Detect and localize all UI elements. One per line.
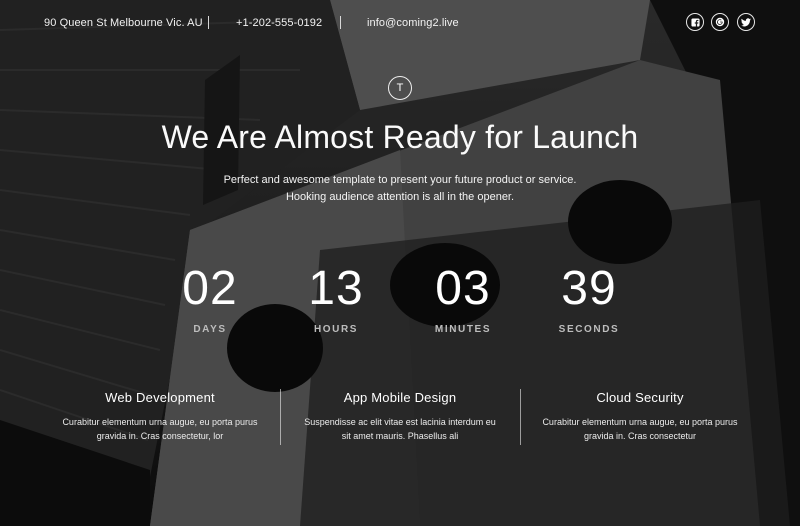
feature-cloud-security: Cloud Security Curabitur elementum urna …: [520, 390, 760, 443]
divider: [340, 16, 341, 29]
feature-description: Suspendisse ac elit vitae est lacinia in…: [304, 417, 496, 441]
countdown-seconds: 39 SECONDS: [529, 262, 649, 335]
page-title: We Are Almost Ready for Launch: [161, 119, 639, 155]
hours-value: 13: [308, 262, 364, 315]
google-plus-icon[interactable]: [711, 13, 729, 31]
feature-description: Curabitur elementum urna augue, eu porta…: [542, 417, 738, 441]
seconds-value: 39: [561, 262, 617, 315]
feature-web-development: Web Development Curabitur elementum urna…: [40, 390, 280, 443]
phone-link[interactable]: +1-202-555-0192: [236, 17, 322, 29]
feature-title: Web Development: [105, 390, 215, 405]
top-bar: 90 Queen St Melbourne Vic. AU +1-202-555…: [0, 0, 800, 48]
twitter-icon[interactable]: [737, 13, 755, 31]
countdown-days: 02 DAYS: [150, 262, 270, 335]
email-link[interactable]: info@coming2.live: [367, 17, 459, 29]
minutes-label: MINUTES: [434, 324, 492, 335]
address-text: 90 Queen St Melbourne Vic. AU: [44, 17, 203, 29]
facebook-icon[interactable]: [686, 13, 704, 31]
feature-description: Curabitur elementum urna augue, eu porta…: [62, 417, 258, 441]
hours-label: HOURS: [313, 324, 359, 335]
countdown-hours: 13 HOURS: [276, 262, 396, 335]
minutes-value: 03: [435, 262, 491, 315]
divider: [208, 16, 209, 29]
feature-title: App Mobile Design: [343, 390, 457, 405]
subtitle-line-2: Hooking audience attention is all in the…: [285, 191, 515, 203]
subtitle-line-1: Perfect and awesome template to present …: [223, 174, 577, 186]
feature-title: Cloud Security: [596, 390, 684, 405]
days-value: 02: [182, 262, 238, 315]
days-label: DAYS: [193, 324, 227, 335]
logo-letter: T: [396, 82, 404, 94]
countdown-minutes: 03 MINUTES: [403, 262, 523, 335]
seconds-label: SECONDS: [558, 324, 620, 335]
feature-app-mobile-design: App Mobile Design Suspendisse ac elit vi…: [280, 390, 520, 443]
brand-logo[interactable]: T: [388, 76, 412, 100]
